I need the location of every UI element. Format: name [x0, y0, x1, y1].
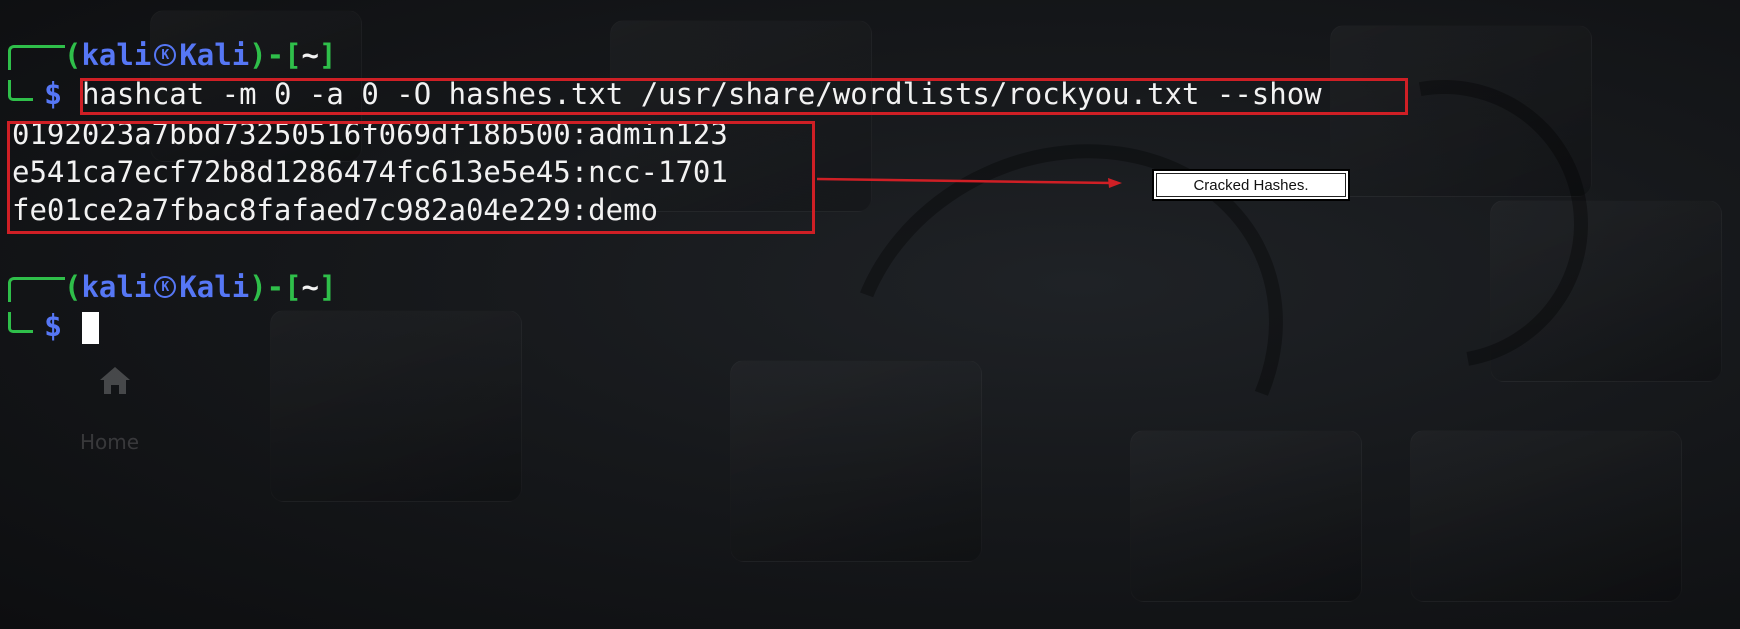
kali-dragon-icon: K — [154, 276, 177, 298]
prompt-host: Kali — [179, 38, 250, 72]
callout-label: Cracked Hashes. — [1193, 176, 1309, 194]
prompt-header: ( kali K Kali )-[ ~ ] — [64, 270, 337, 304]
prompt-cwd: ~ — [301, 38, 320, 72]
prompt-host: Kali — [179, 270, 250, 304]
prompt-connector-top — [8, 45, 65, 70]
kali-dragon-icon: K — [154, 44, 177, 66]
prompt-header: ( kali K Kali )-[ ~ ] — [64, 38, 337, 72]
dollar-sign: $ — [44, 309, 63, 344]
terminal-cursor[interactable] — [82, 312, 99, 344]
cracked-hashes-callout: Cracked Hashes. — [1152, 169, 1350, 201]
dollar-sign: $ — [44, 77, 63, 112]
prompt-connector-top — [8, 277, 65, 302]
prompt-connector-bottom — [8, 312, 33, 333]
cracked-hashes-highlight-box — [7, 121, 815, 234]
prompt-cwd: ~ — [301, 270, 320, 304]
prompt-user: kali — [81, 38, 152, 72]
command-highlight-box — [80, 78, 1408, 115]
prompt-user: kali — [81, 270, 152, 304]
terminal-window[interactable]: ( kali K Kali )-[ ~ ] $ hashcat -m 0 -a … — [0, 0, 1740, 629]
prompt-connector-bottom — [8, 80, 33, 101]
